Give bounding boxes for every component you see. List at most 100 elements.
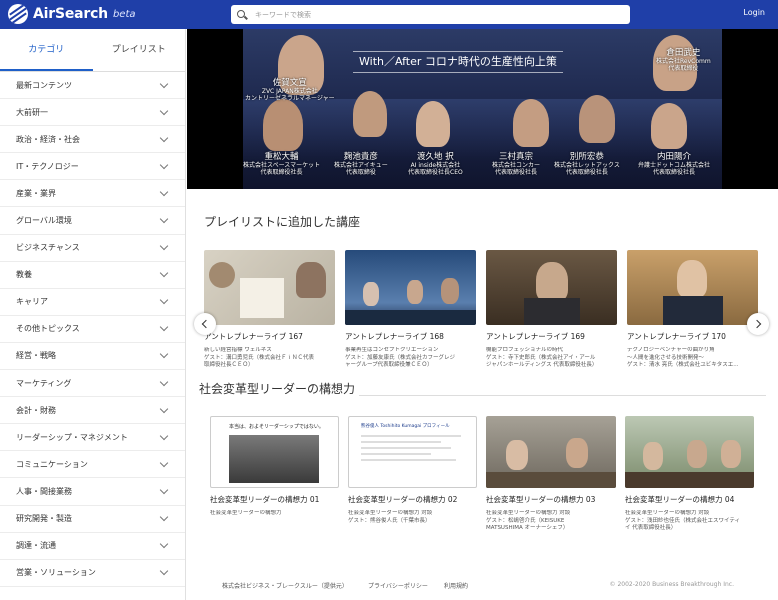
speaker-label: 三村真宗 株式会社コンカー 代表取締役社長 <box>492 152 541 176</box>
chevron-down-icon <box>159 539 169 549</box>
category-item[interactable]: 会計・財務 <box>0 397 185 425</box>
category-label: 調達・流通 <box>16 541 56 551</box>
category-item[interactable]: 研究開発・製造 <box>0 506 185 533</box>
footer-terms-link[interactable]: 利用規約 <box>444 581 468 590</box>
chevron-down-icon <box>159 485 169 495</box>
speaker-photo <box>263 99 303 151</box>
speaker-label: 渡久地 択 AI inside株式会社 代表取締役社長CEO <box>408 152 463 176</box>
category-item[interactable]: その他トピックス <box>0 316 185 343</box>
lecture-card[interactable]: アントレプレナーライブ 168 事業再生はコンセプトクリエーション ゲスト：加藤… <box>345 250 476 371</box>
lecture-card[interactable]: 本当は、およそリーダーシップではない。 社会変革型リーダーの構想力 01 社会変… <box>210 416 339 534</box>
chevron-left-icon <box>201 319 211 329</box>
category-item[interactable]: マーケティング <box>0 370 185 398</box>
lecture-title: アントレプレナーライブ 170 <box>627 332 726 341</box>
chevron-down-icon <box>159 404 169 413</box>
category-label: グローバル環境 <box>16 216 72 226</box>
logo-text: AirSearch <box>33 6 108 22</box>
category-item[interactable]: グローバル環境 <box>0 207 185 235</box>
chevron-down-icon <box>159 214 169 224</box>
sidebar: カテゴリ プレイリスト 最新コンテンツ 大前研一 政治・経済・社会 IT・テクノ… <box>0 29 186 600</box>
lecture-description: 社会変革型リーダーの構想力 対談 ゲスト：浅田紗也佳氏（株式会社エスワイティ イ… <box>625 510 741 531</box>
category-item[interactable]: コミュニケーション <box>0 451 185 479</box>
search-icon <box>237 9 247 20</box>
search-input[interactable] <box>255 10 615 19</box>
lecture-description: テクノロジーベンチャーの曲がり角 ～人間を進化させる技術開発～ ゲスト：清水 亮… <box>627 347 739 368</box>
lecture-description: 社会変革型リーダーの構想力 対談 ゲスト：松嶋啓介氏（KEISUKE MATSU… <box>486 510 571 531</box>
category-item[interactable]: 調達・流通 <box>0 533 185 560</box>
playlist-section-title: プレイリストに追加した講座 <box>204 215 361 229</box>
footer-company-link[interactable]: 株式会社ビジネス・ブレークスルー（提供元） <box>222 581 348 590</box>
tab-playlist[interactable]: プレイリスト <box>93 29 186 71</box>
lecture-card[interactable]: 社会変革型リーダーの構想力 04 社会変革型リーダーの構想力 対談 ゲスト：浅田… <box>625 416 754 534</box>
category-label: リーダーシップ・マネジメント <box>16 432 128 442</box>
category-item[interactable]: ビジネスチャンス <box>0 235 185 262</box>
lecture-card[interactable]: アントレプレナーライブ 167 新しい経営指標 ウェルネス ゲスト：溝口勇児氏（… <box>204 250 335 371</box>
lecture-description: 社会変革型リーダーの構想力 <box>210 510 282 516</box>
top-bar: AirSearch beta Login <box>0 0 778 29</box>
lecture-card[interactable]: アントレプレナーライブ 169 機能プロフェッショナルの時代 ゲスト：寺下史郎氏… <box>486 250 617 371</box>
chevron-right-icon <box>752 319 762 329</box>
lecture-description: 新しい経営指標 ウェルネス ゲスト：溝口勇児氏（株式会社ＦｉＮＣ代表 取締役社長… <box>204 347 315 368</box>
category-item[interactable]: IT・テクノロジー <box>0 153 185 181</box>
category-item[interactable]: 教養 <box>0 262 185 289</box>
tab-category[interactable]: カテゴリ <box>0 29 93 71</box>
lecture-thumbnail: 熊谷俊人 Toshihito Kumagai プロフィール <box>348 416 477 488</box>
sidebar-tabs: カテゴリ プレイリスト <box>0 29 185 72</box>
slide-text: 熊谷俊人 Toshihito Kumagai プロフィール <box>361 424 450 429</box>
chevron-down-icon <box>159 350 169 359</box>
lecture-card[interactable]: 社会変革型リーダーの構想力 03 社会変革型リーダーの構想力 対談 ゲスト：松嶋… <box>486 416 616 534</box>
lecture-thumbnail <box>345 250 476 325</box>
hero-banner[interactable]: With／After コロナ時代の生産性向上策 佐賀文宣 ZVC JAPAN株式会… <box>187 29 778 189</box>
chevron-down-icon <box>159 566 169 576</box>
category-label: IT・テクノロジー <box>16 161 79 171</box>
category-label: 政治・経済・社会 <box>16 134 80 144</box>
lecture-thumbnail <box>486 416 616 488</box>
lecture-card[interactable]: アントレプレナーライブ 170 テクノロジーベンチャーの曲がり角 ～人間を進化さ… <box>627 250 758 371</box>
hero-image: With／After コロナ時代の生産性向上策 佐賀文宣 ZVC JAPAN株式会… <box>243 29 722 189</box>
lecture-description: 事業再生はコンセプトクリエーション ゲスト：加藤友康氏（株式会社カフーグレジ ャ… <box>345 347 456 368</box>
footer: 株式会社ビジネス・ブレークスルー（提供元） プライバシーポリシー 利用規約 © … <box>187 578 778 600</box>
category-item[interactable]: 最新コンテンツ <box>0 72 185 100</box>
category-item[interactable]: 経営・戦略 <box>0 343 185 371</box>
category-label: 経営・戦略 <box>16 351 56 361</box>
speaker-label: 麹池貴彦 株式会社アイキュー 代表取締役 <box>334 152 388 176</box>
category-item[interactable]: 政治・経済・社会 <box>0 126 185 154</box>
chevron-down-icon <box>159 241 169 251</box>
category-label: 営業・ソリューション <box>16 568 96 578</box>
category-item[interactable]: 営業・ソリューション <box>0 560 185 587</box>
speaker-photo <box>416 101 450 147</box>
speaker-photo <box>353 91 387 137</box>
speaker-photo <box>579 95 615 143</box>
lecture-title: 社会変革型リーダーの構想力 03 <box>486 495 596 504</box>
lecture-title: 社会変革型リーダーの構想力 02 <box>348 495 458 504</box>
lecture-title: アントレプレナーライブ 167 <box>204 332 303 341</box>
category-item[interactable]: キャリア <box>0 289 185 316</box>
carousel-prev-button[interactable] <box>194 313 216 335</box>
carousel-next-button[interactable] <box>747 313 769 335</box>
category-label: 最新コンテンツ <box>16 80 72 90</box>
lecture-card[interactable]: 熊谷俊人 Toshihito Kumagai プロフィール 社会変革型リーダーの… <box>348 416 477 534</box>
search-box[interactable] <box>231 5 630 24</box>
category-item[interactable]: 産業・業界 <box>0 180 185 208</box>
series-section-title: 社会変革型リーダーの構想力 <box>199 380 360 397</box>
category-label: マーケティング <box>16 378 72 388</box>
hero-title: With／After コロナ時代の生産性向上策 <box>353 51 563 73</box>
category-label: 研究開発・製造 <box>16 514 72 524</box>
category-item[interactable]: 人事・間接業務 <box>0 478 185 506</box>
category-label: 人事・間接業務 <box>16 486 72 496</box>
chevron-down-icon <box>159 323 169 332</box>
speaker-label: 内田陽介 弁護士ドットコム株式会社 代表取締役社長 <box>638 152 711 176</box>
lecture-title: 社会変革型リーダーの構想力 01 <box>210 495 320 504</box>
footer-privacy-link[interactable]: プライバシーポリシー <box>368 581 428 590</box>
login-button[interactable]: Login <box>743 8 765 17</box>
category-item[interactable]: リーダーシップ・マネジメント <box>0 424 185 452</box>
lecture-thumbnail: 本当は、およそリーダーシップではない。 <box>210 416 339 488</box>
chevron-down-icon <box>159 296 169 305</box>
lecture-description: 社会変革型リーダーの構想力 対談 ゲスト：熊谷俊人氏（千葉市長） <box>348 510 433 524</box>
lecture-thumbnail <box>486 250 617 325</box>
chevron-down-icon <box>159 133 169 142</box>
main-content: With／After コロナ時代の生産性向上策 佐賀文宣 ZVC JAPAN株式会… <box>187 29 778 600</box>
speaker-label: 別所宏恭 株式会社レットアックス 代表取締役社長 <box>554 152 620 176</box>
logo[interactable]: AirSearch beta <box>8 4 136 24</box>
category-item[interactable]: 大前研一 <box>0 99 185 127</box>
